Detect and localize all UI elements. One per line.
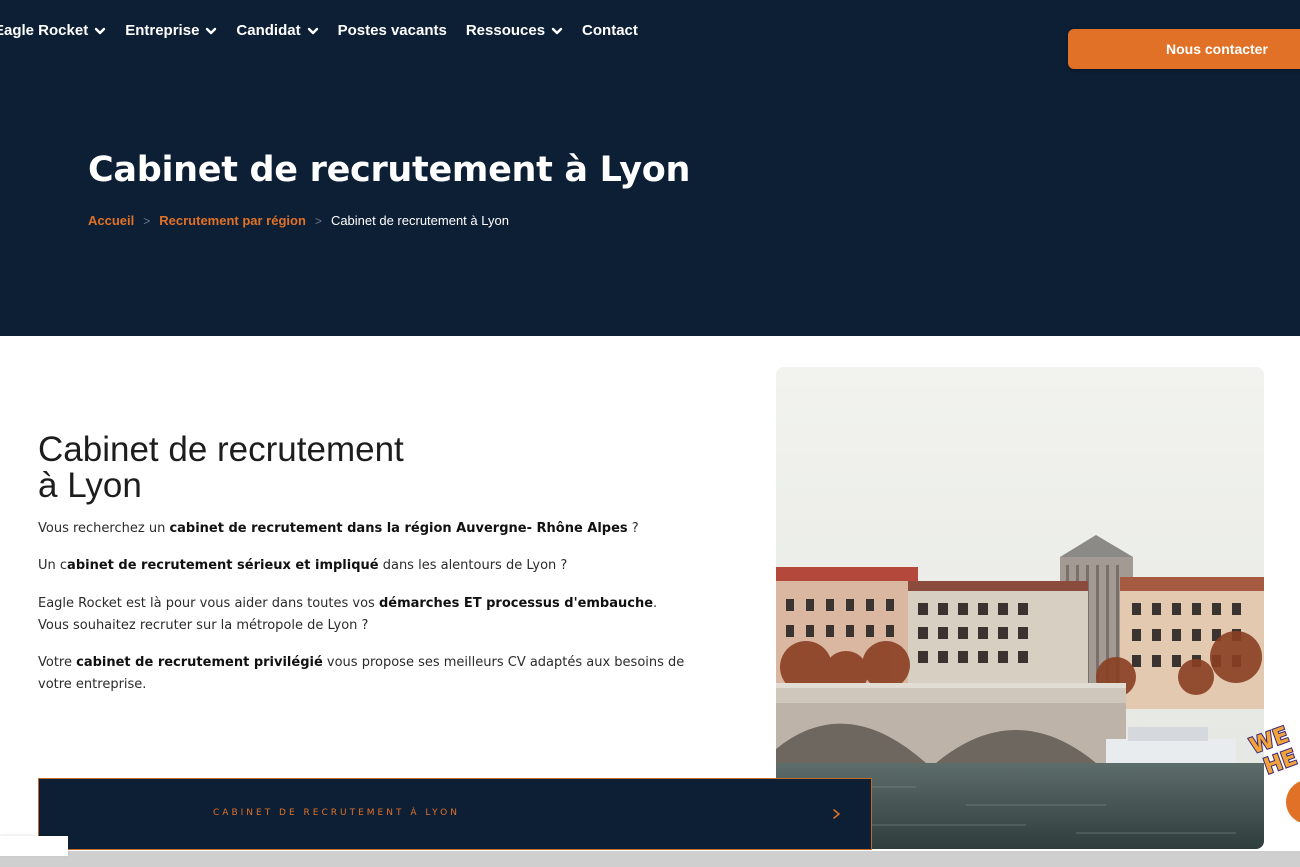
bottom-bar <box>0 851 1300 867</box>
lyon-city-photo <box>776 367 1264 849</box>
section-heading: Cabinet de recrutement à Lyon <box>38 432 404 504</box>
text: Un c <box>38 558 68 573</box>
hero-section: Eagle Rocket Entreprise Candidat Postes … <box>0 0 1300 336</box>
nav-item-postes-vacants[interactable]: Postes vacants <box>338 22 447 39</box>
nav-item-entreprise[interactable]: Entreprise <box>125 22 217 39</box>
nav-item-label: Candidat <box>236 22 301 39</box>
nav-item-contact[interactable]: Contact <box>582 22 638 39</box>
breadcrumb-separator: > <box>314 213 322 228</box>
nav-item-label: Contact <box>582 22 638 39</box>
chevron-down-icon <box>205 25 217 37</box>
intro-paragraph-1: Vous recherchez un cabinet de recrutemen… <box>38 518 698 540</box>
section-heading-line-1: Cabinet de recrutement <box>38 430 404 469</box>
nav-item-label: Postes vacants <box>337 22 447 39</box>
chevron-down-icon <box>551 25 563 37</box>
breadcrumb-section-link[interactable]: Recrutement par région <box>159 213 306 228</box>
nav-item-eagle-rocket[interactable]: Eagle Rocket <box>0 22 106 39</box>
nav-item-ressources[interactable]: Ressouces <box>466 22 563 39</box>
text: Vous recherchez un <box>38 521 170 536</box>
text-strong: cabinet de recrutement privilégié <box>76 655 323 670</box>
text: Votre <box>38 655 77 670</box>
text: Vous souhaitez recruter sur la métropole… <box>38 618 369 633</box>
nav-item-candidat[interactable]: Candidat <box>236 22 318 39</box>
main-nav: Eagle Rocket Entreprise Candidat Postes … <box>0 22 657 39</box>
contact-us-label: Nous contacter <box>1166 41 1268 57</box>
breadcrumb: Accueil > Recrutement par région > Cabin… <box>88 213 509 228</box>
intro-paragraph-4: Votre cabinet de recrutement privilégié … <box>38 652 698 696</box>
text: Eagle Rocket est là pour vous aider dans… <box>38 596 379 611</box>
page-title: Cabinet de recrutement à Lyon <box>88 150 691 190</box>
we-are-hiring-badge-icon[interactable]: WE HE <box>1246 712 1300 823</box>
nav-item-label: Entreprise <box>125 22 200 39</box>
intro-paragraph-2: Un cabinet de recrutement sérieux et imp… <box>38 555 698 577</box>
breadcrumb-current: Cabinet de recrutement à Lyon <box>330 213 509 228</box>
text: . <box>653 596 658 611</box>
breadcrumb-separator: > <box>143 213 151 228</box>
intro-paragraph-3: Eagle Rocket est là pour vous aider dans… <box>38 593 698 637</box>
text-strong: démarches ET processus d'embauche <box>378 596 654 611</box>
text-strong: abinet de recrutement sérieux et impliqu… <box>67 558 379 573</box>
bottom-tab <box>0 836 68 856</box>
text: ? <box>627 521 639 536</box>
chevron-right-icon <box>831 803 843 825</box>
nav-item-label: Eagle Rocket <box>0 22 89 39</box>
section-heading-line-2: à Lyon <box>38 466 142 505</box>
accordion-label: CABINET DE RECRUTEMENT À LYON <box>213 808 460 818</box>
accordion-toggle[interactable]: CABINET DE RECRUTEMENT À LYON <box>38 778 872 850</box>
chevron-down-icon <box>307 25 319 37</box>
contact-us-button[interactable]: Nous contacter <box>1068 29 1300 69</box>
chevron-down-icon <box>94 25 106 37</box>
nav-item-label: Ressouces <box>465 22 546 39</box>
breadcrumb-home-link[interactable]: Accueil <box>88 213 134 228</box>
text: dans les alentours de Lyon ? <box>378 558 568 573</box>
text-strong: cabinet de recrutement dans la région Au… <box>169 521 628 536</box>
